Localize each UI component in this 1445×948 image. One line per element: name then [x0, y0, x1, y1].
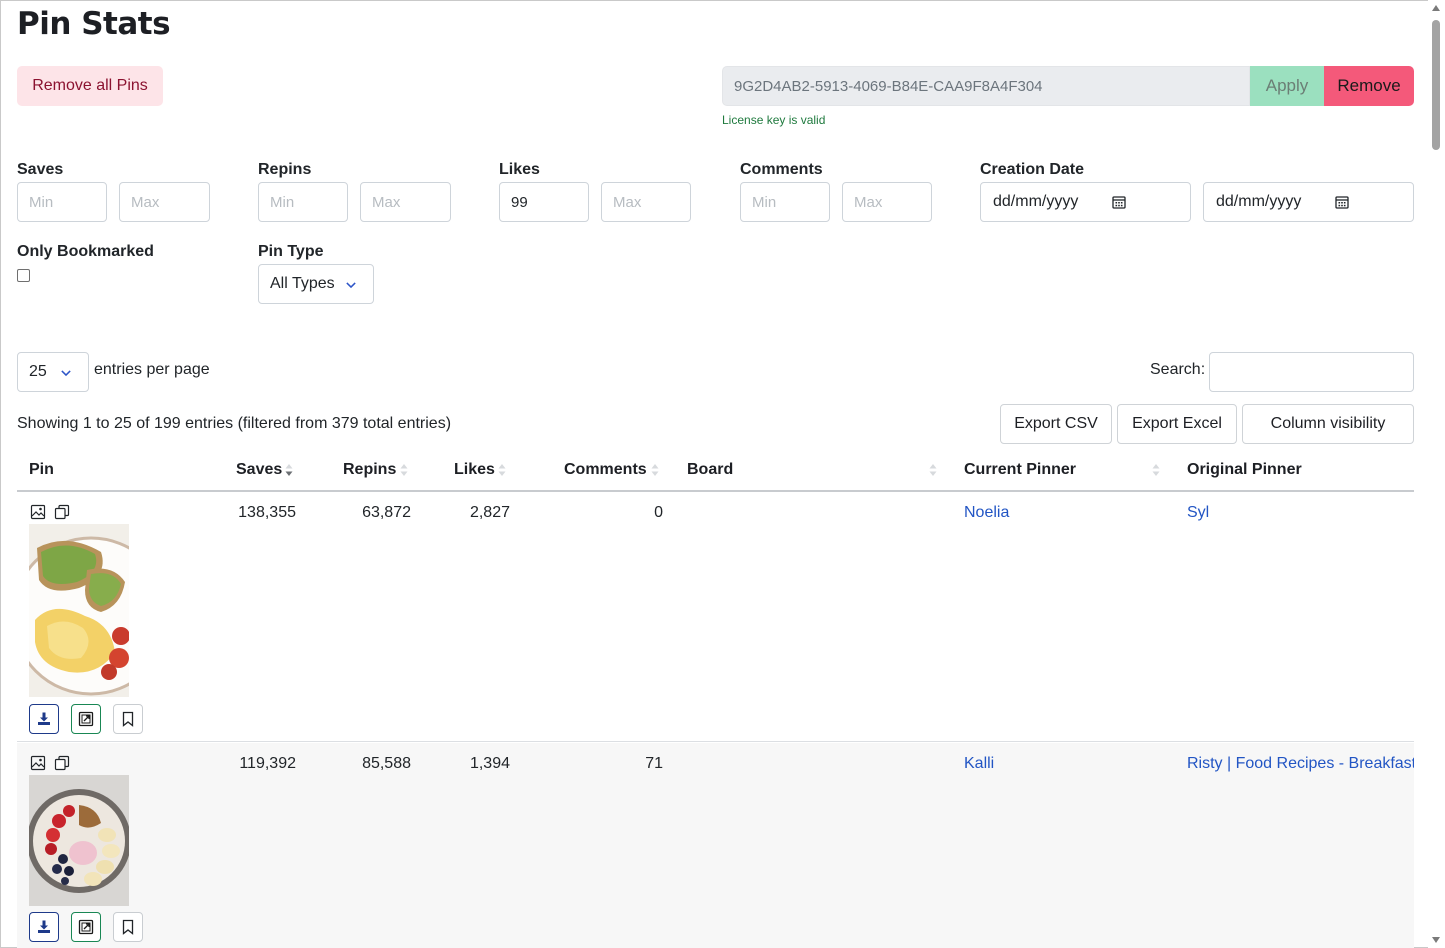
scrollbar-thumb[interactable]	[1432, 20, 1440, 150]
scroll-up-arrow-icon[interactable]	[1432, 5, 1440, 11]
download-button[interactable]	[29, 912, 59, 942]
likes-cell: 1,394	[469, 755, 510, 772]
download-icon	[38, 712, 50, 725]
column-header-saves[interactable]: Saves	[236, 461, 282, 479]
table-info: Showing 1 to 25 of 199 entries (filtered…	[17, 415, 452, 432]
bookmark-button[interactable]	[113, 704, 143, 734]
likes-min-input[interactable]	[499, 182, 589, 222]
remove-license-button[interactable]: Remove	[1324, 66, 1414, 106]
date-from-text: dd/mm/yyyy	[993, 193, 1079, 210]
creation-date-from-input[interactable]: dd/mm/yyyy	[980, 182, 1191, 222]
calendar-icon[interactable]	[1112, 195, 1126, 209]
comments-filter-label: Comments	[740, 161, 823, 178]
apply-license-button[interactable]: Apply	[1250, 66, 1324, 106]
likes-max-input[interactable]	[601, 182, 691, 222]
pin-thumbnail-image[interactable]	[29, 775, 129, 906]
bookmark-icon	[122, 711, 134, 727]
open-external-button[interactable]	[71, 704, 101, 734]
sort-icon[interactable]	[400, 463, 408, 477]
column-header-comments[interactable]: Comments	[564, 461, 647, 479]
bookmark-button[interactable]	[113, 912, 143, 942]
saves-cell: 138,355	[238, 504, 296, 521]
repins-max-input[interactable]	[360, 182, 451, 222]
sort-desc-icon[interactable]	[285, 463, 293, 477]
repins-cell: 63,872	[362, 504, 411, 521]
pin-type-label: Pin Type	[258, 243, 324, 260]
comments-cell: 71	[645, 755, 663, 772]
repins-min-input[interactable]	[258, 182, 348, 222]
creation-date-to-input[interactable]: dd/mm/yyyy	[1203, 182, 1414, 222]
comments-max-input[interactable]	[842, 182, 932, 222]
creation-date-filter-label: Creation Date	[980, 161, 1085, 178]
chevron-down-icon	[61, 370, 71, 377]
pin-type-selected: All Types	[270, 275, 335, 292]
page-size-select[interactable]: 25	[17, 352, 89, 392]
sort-icon[interactable]	[651, 463, 659, 477]
page-title: Pin Stats	[17, 6, 171, 42]
sort-icon[interactable]	[929, 463, 937, 477]
column-header-board[interactable]: Board	[687, 461, 733, 479]
saves-cell: 119,392	[239, 755, 296, 772]
entries-per-page-label: entries per page	[94, 361, 210, 378]
copy-icon[interactable]	[54, 504, 70, 520]
license-status-text: License key is valid	[722, 113, 826, 127]
column-header-original-pinner[interactable]: Original Pinner	[1187, 461, 1302, 479]
original-pinner-link[interactable]: Syl	[1187, 504, 1209, 522]
table-row: 138,355 63,872 2,827 0 Noelia Syl	[17, 492, 1414, 742]
column-header-repins[interactable]: Repins	[343, 461, 396, 479]
likes-filter-label: Likes	[499, 161, 540, 178]
search-input[interactable]	[1209, 352, 1414, 392]
copy-icon[interactable]	[54, 755, 70, 771]
search-label: Search:	[1150, 361, 1206, 378]
chevron-down-icon	[346, 282, 356, 289]
license-key-input[interactable]	[722, 66, 1250, 106]
download-icon	[38, 920, 50, 933]
date-to-text: dd/mm/yyyy	[1216, 193, 1302, 210]
sort-icon[interactable]	[1152, 463, 1160, 477]
sort-icon[interactable]	[498, 463, 506, 477]
only-bookmarked-label: Only Bookmarked	[17, 243, 154, 260]
open-external-icon	[78, 919, 94, 935]
repins-filter-label: Repins	[258, 161, 312, 178]
download-button[interactable]	[29, 704, 59, 734]
pin-type-select[interactable]: All Types	[258, 264, 374, 304]
column-header-likes[interactable]: Likes	[454, 461, 495, 479]
only-bookmarked-checkbox[interactable]	[17, 269, 30, 282]
scroll-down-arrow-icon[interactable]	[1432, 937, 1440, 943]
current-pinner-link[interactable]: Noelia	[964, 504, 1009, 522]
vertical-scrollbar[interactable]	[1428, 0, 1445, 948]
page-size-value: 25	[29, 363, 47, 380]
column-header-current-pinner[interactable]: Current Pinner	[964, 461, 1076, 479]
open-external-icon	[78, 711, 94, 727]
current-pinner-link[interactable]: Kalli	[964, 755, 994, 773]
saves-min-input[interactable]	[17, 182, 107, 222]
table-row: 119,392 85,588 1,394 71 Kalli Risty | Fo…	[17, 743, 1414, 948]
comments-cell: 0	[654, 504, 663, 521]
column-visibility-button[interactable]: Column visibility	[1242, 404, 1414, 444]
open-external-button[interactable]	[71, 912, 101, 942]
comments-min-input[interactable]	[740, 182, 830, 222]
image-icon[interactable]	[30, 755, 46, 771]
export-excel-button[interactable]: Export Excel	[1117, 404, 1237, 444]
bookmark-icon	[122, 919, 134, 935]
image-icon[interactable]	[30, 504, 46, 520]
likes-cell: 2,827	[469, 504, 510, 521]
original-pinner-link[interactable]: Risty | Food Recipes - Breakfast -	[1187, 755, 1414, 773]
repins-cell: 85,588	[362, 755, 411, 772]
pin-thumbnail-image[interactable]	[29, 524, 129, 697]
remove-all-pins-button[interactable]: Remove all Pins	[17, 66, 163, 106]
saves-filter-label: Saves	[17, 161, 64, 178]
saves-max-input[interactable]	[119, 182, 210, 222]
column-header-pin: Pin	[29, 461, 54, 478]
calendar-icon[interactable]	[1335, 195, 1349, 209]
export-csv-button[interactable]: Export CSV	[1000, 404, 1112, 444]
